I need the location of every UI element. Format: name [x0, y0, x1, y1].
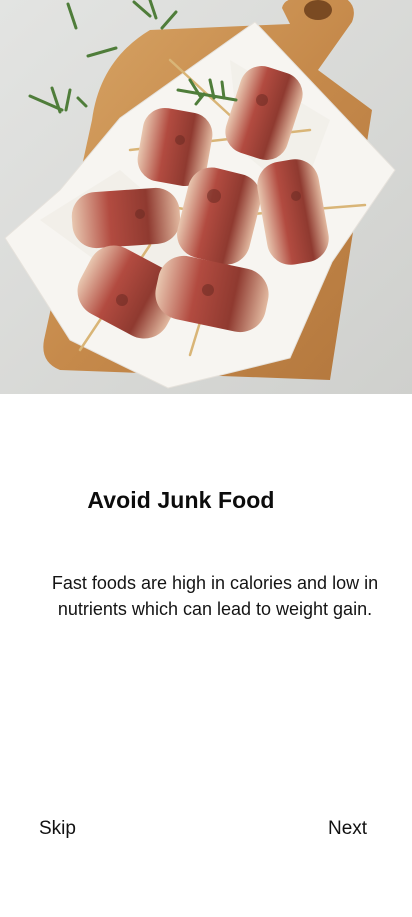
- onboarding-screen: Avoid Junk Food Fast foods are high in c…: [0, 0, 412, 917]
- hero-image: [0, 0, 412, 394]
- bacon-skewers-photo-icon: [0, 0, 412, 394]
- next-button[interactable]: Next: [328, 818, 367, 840]
- skip-button[interactable]: Skip: [39, 818, 76, 840]
- onboarding-description: Fast foods are high in calories and low …: [51, 573, 379, 619]
- onboarding-title: Avoid Junk Food: [87, 487, 275, 513]
